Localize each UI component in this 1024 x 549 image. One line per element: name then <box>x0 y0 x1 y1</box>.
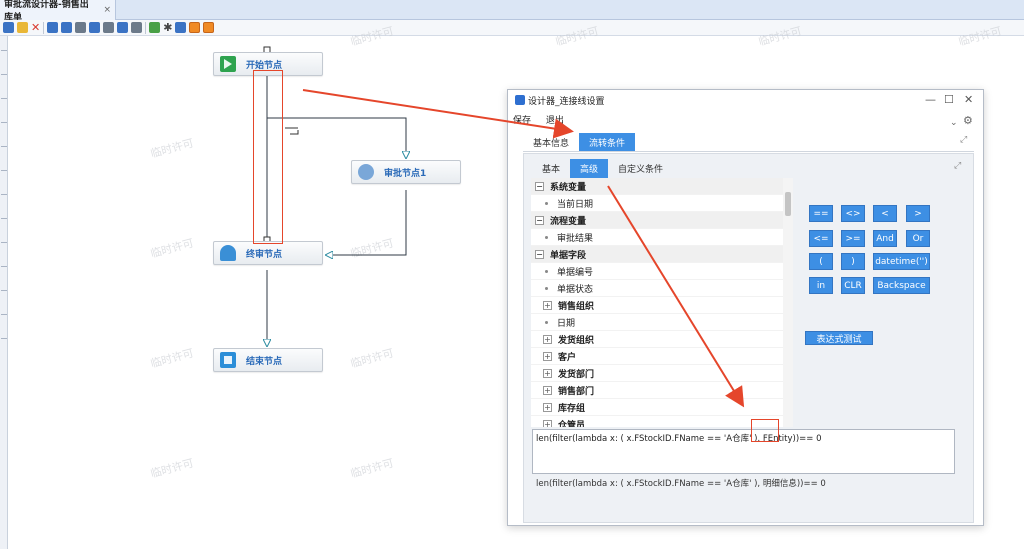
annotation-arrows <box>302 89 745 408</box>
annotation-arrow-to-expression <box>607 185 745 408</box>
annotation-arrow-to-tab <box>302 89 574 139</box>
